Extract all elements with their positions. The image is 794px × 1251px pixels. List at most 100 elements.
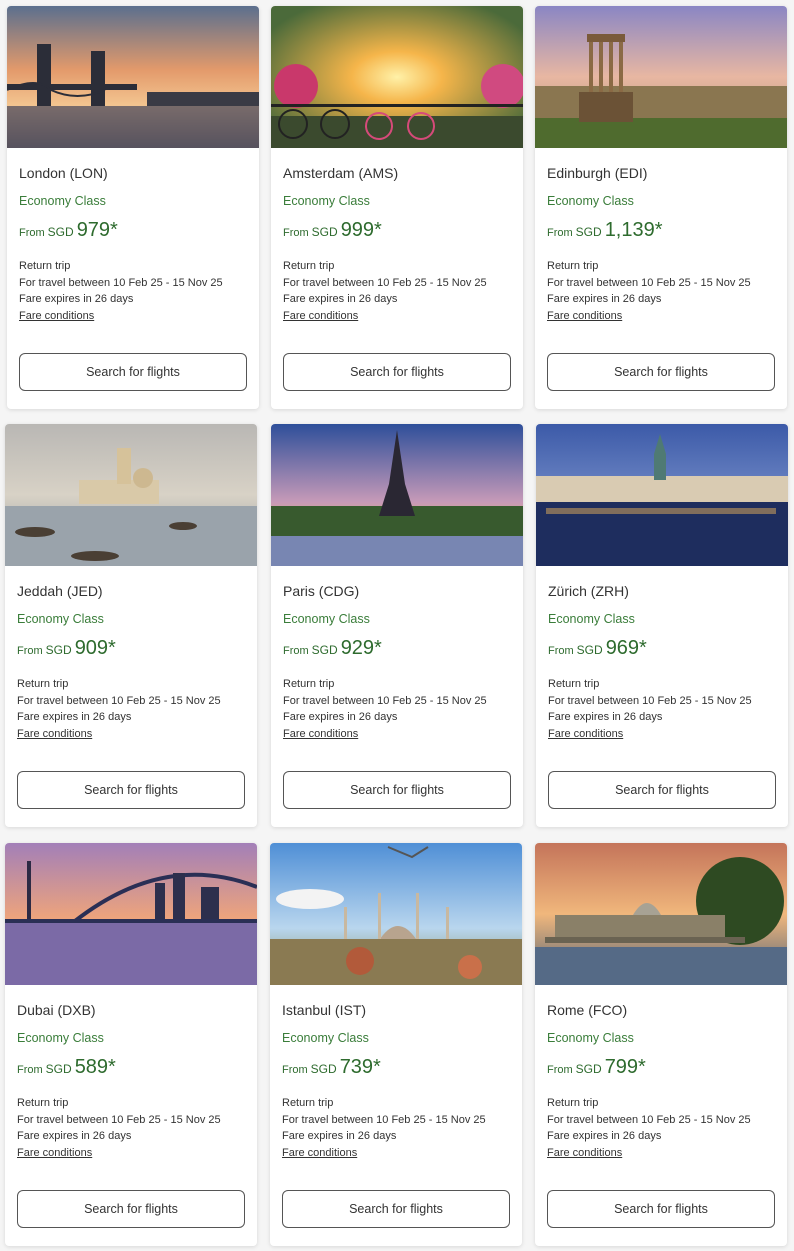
price: From SGD 969* bbox=[548, 637, 776, 665]
price: From SGD 589* bbox=[17, 1056, 245, 1084]
trip-type: Return trip bbox=[282, 1097, 334, 1109]
fare-info: Return trip For travel between 10 Feb 25… bbox=[17, 676, 245, 742]
istanbul-photo[interactable] bbox=[270, 843, 522, 985]
price-from-label: From bbox=[548, 645, 574, 657]
search-flights-button[interactable]: Search for flights bbox=[548, 771, 776, 809]
price-from-label: From bbox=[283, 227, 309, 239]
fare-conditions-link[interactable]: Fare conditions bbox=[283, 308, 358, 325]
price-amount: 909* bbox=[74, 637, 116, 659]
fare-expiry: Fare expires in 26 days bbox=[547, 293, 662, 305]
rome-photo[interactable] bbox=[535, 843, 787, 985]
cabin-class: Economy Class bbox=[547, 1031, 634, 1045]
fare-conditions-link[interactable]: Fare conditions bbox=[282, 1145, 357, 1162]
price: From SGD 1,139* bbox=[547, 219, 775, 247]
fare-conditions-link[interactable]: Fare conditions bbox=[17, 1145, 92, 1162]
paris-photo[interactable] bbox=[271, 424, 523, 566]
zurich-photo[interactable] bbox=[536, 424, 788, 566]
amsterdam-photo[interactable] bbox=[271, 6, 523, 148]
cabin-class: Economy Class bbox=[547, 194, 634, 208]
trip-type: Return trip bbox=[17, 1097, 69, 1109]
price-currency: SGD bbox=[311, 643, 338, 657]
destination-card-london: London (LON) Economy Class From SGD 979*… bbox=[7, 6, 259, 409]
destination-card-amsterdam: Amsterdam (AMS) Economy Class From SGD 9… bbox=[271, 6, 523, 409]
fare-expiry: Fare expires in 26 days bbox=[547, 1130, 662, 1142]
cabin-class: Economy Class bbox=[19, 194, 106, 208]
search-flights-button[interactable]: Search for flights bbox=[283, 771, 511, 809]
price-from-label: From bbox=[547, 1064, 573, 1076]
city-name: London (LON) bbox=[19, 165, 108, 181]
price: From SGD 739* bbox=[282, 1056, 510, 1084]
fare-expiry: Fare expires in 26 days bbox=[548, 711, 663, 723]
price-currency: SGD bbox=[575, 1062, 602, 1076]
search-flights-button[interactable]: Search for flights bbox=[547, 1190, 775, 1228]
travel-period: For travel between 10 Feb 25 - 15 Nov 25 bbox=[547, 1113, 751, 1126]
city-name: Istanbul (IST) bbox=[282, 1002, 367, 1018]
city-name: Dubai (DXB) bbox=[17, 1002, 96, 1018]
fare-expiry: Fare expires in 26 days bbox=[19, 293, 134, 305]
travel-period: For travel between 10 Feb 25 - 15 Nov 25 bbox=[17, 1113, 221, 1126]
destination-card-jeddah: Jeddah (JED) Economy Class From SGD 909*… bbox=[5, 424, 257, 827]
fare-conditions-link[interactable]: Fare conditions bbox=[547, 1145, 622, 1162]
fare-expiry: Fare expires in 26 days bbox=[283, 293, 398, 305]
search-flights-button[interactable]: Search for flights bbox=[547, 353, 775, 391]
price-currency: SGD bbox=[311, 225, 338, 239]
trip-type: Return trip bbox=[547, 1097, 599, 1109]
price-from-label: From bbox=[17, 1064, 43, 1076]
cabin-class: Economy Class bbox=[17, 1031, 104, 1045]
trip-type: Return trip bbox=[283, 678, 335, 690]
travel-period: For travel between 10 Feb 25 - 15 Nov 25 bbox=[283, 694, 487, 707]
price-amount: 929* bbox=[340, 637, 382, 659]
fare-conditions-link[interactable]: Fare conditions bbox=[548, 726, 623, 743]
price: From SGD 999* bbox=[283, 219, 511, 247]
fare-expiry: Fare expires in 26 days bbox=[17, 1130, 132, 1142]
fare-info: Return trip For travel between 10 Feb 25… bbox=[283, 676, 511, 742]
travel-period: For travel between 10 Feb 25 - 15 Nov 25 bbox=[17, 694, 221, 707]
price-amount: 739* bbox=[339, 1056, 381, 1078]
cabin-class: Economy Class bbox=[283, 612, 370, 626]
price: From SGD 799* bbox=[547, 1056, 775, 1084]
fare-info: Return trip For travel between 10 Feb 25… bbox=[19, 258, 247, 324]
fare-conditions-link[interactable]: Fare conditions bbox=[283, 726, 358, 743]
search-flights-button[interactable]: Search for flights bbox=[283, 353, 511, 391]
search-flights-button[interactable]: Search for flights bbox=[19, 353, 247, 391]
fare-info: Return trip For travel between 10 Feb 25… bbox=[282, 1095, 510, 1161]
fare-expiry: Fare expires in 26 days bbox=[17, 711, 132, 723]
destination-card-edinburgh: Edinburgh (EDI) Economy Class From SGD 1… bbox=[535, 6, 787, 409]
fare-info: Return trip For travel between 10 Feb 25… bbox=[547, 1095, 775, 1161]
price-currency: SGD bbox=[45, 1062, 72, 1076]
cabin-class: Economy Class bbox=[282, 1031, 369, 1045]
price-amount: 999* bbox=[340, 219, 382, 241]
city-name: Edinburgh (EDI) bbox=[547, 165, 648, 181]
fare-conditions-link[interactable]: Fare conditions bbox=[17, 726, 92, 743]
price-currency: SGD bbox=[45, 643, 72, 657]
dubai-photo[interactable] bbox=[5, 843, 257, 985]
price-amount: 1,139* bbox=[604, 219, 663, 241]
travel-period: For travel between 10 Feb 25 - 15 Nov 25 bbox=[547, 276, 751, 289]
fare-conditions-link[interactable]: Fare conditions bbox=[19, 308, 94, 325]
price: From SGD 979* bbox=[19, 219, 247, 247]
fare-expiry: Fare expires in 26 days bbox=[282, 1130, 397, 1142]
price-currency: SGD bbox=[47, 225, 74, 239]
price: From SGD 929* bbox=[283, 637, 511, 665]
price-from-label: From bbox=[283, 645, 309, 657]
search-flights-button[interactable]: Search for flights bbox=[282, 1190, 510, 1228]
fare-info: Return trip For travel between 10 Feb 25… bbox=[17, 1095, 245, 1161]
destination-card-paris: Paris (CDG) Economy Class From SGD 929* … bbox=[271, 424, 523, 827]
search-flights-button[interactable]: Search for flights bbox=[17, 771, 245, 809]
price-from-label: From bbox=[17, 645, 43, 657]
london-photo[interactable] bbox=[7, 6, 259, 148]
destination-grid: London (LON) Economy Class From SGD 979*… bbox=[0, 0, 794, 1251]
fare-expiry: Fare expires in 26 days bbox=[283, 711, 398, 723]
jeddah-photo[interactable] bbox=[5, 424, 257, 566]
price-currency: SGD bbox=[310, 1062, 337, 1076]
edinburgh-photo[interactable] bbox=[535, 6, 787, 148]
price-amount: 799* bbox=[604, 1056, 646, 1078]
destination-card-dubai: Dubai (DXB) Economy Class From SGD 589* … bbox=[5, 843, 257, 1246]
fare-conditions-link[interactable]: Fare conditions bbox=[547, 308, 622, 325]
city-name: Amsterdam (AMS) bbox=[283, 165, 399, 181]
cabin-class: Economy Class bbox=[17, 612, 104, 626]
search-flights-button[interactable]: Search for flights bbox=[17, 1190, 245, 1228]
price-from-label: From bbox=[19, 227, 45, 239]
city-name: Jeddah (JED) bbox=[17, 583, 103, 599]
cabin-class: Economy Class bbox=[283, 194, 370, 208]
